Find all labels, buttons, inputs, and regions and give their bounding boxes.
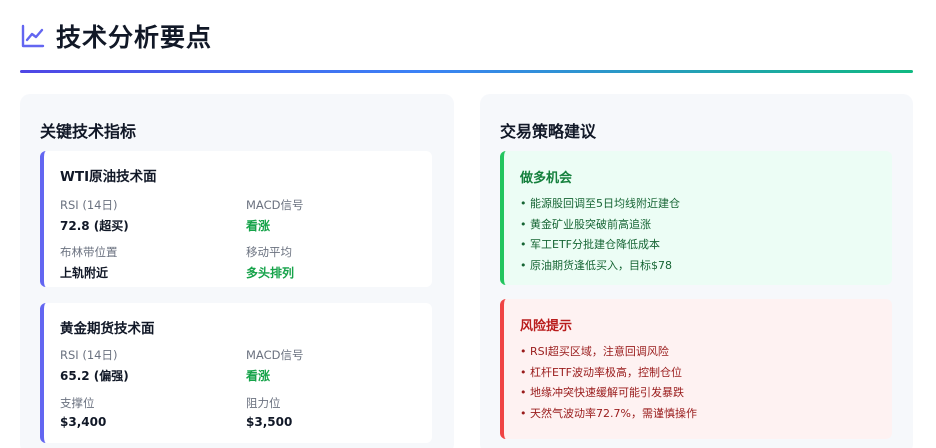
line-chart-icon [20, 23, 46, 49]
risks-title: 风险提示 [520, 319, 573, 334]
metric-label: MACD信号 [246, 198, 304, 212]
list-item: • 能源股回调至5日均线附近建仓 [520, 194, 680, 215]
page-title: 技术分析要点 [56, 23, 213, 52]
metric-label: MACD信号 [246, 348, 304, 362]
metric-label: RSI (14日) [60, 348, 118, 362]
metric-label: 移动平均 [246, 245, 292, 259]
metric-macd: MACD信号 看涨 [246, 347, 426, 384]
risk-warning-box: 风险提示 • RSI超买区域，注意回调风险 • 杠杆ETF波动率极高，控制仓位 • 地… [500, 299, 892, 439]
bullet-icon: • [520, 345, 527, 358]
indicators-panel: 关键技术指标 WTI原油技术面 RSI (14日) 72.8 (超买) MACD… [20, 94, 454, 448]
opportunities-list: • 能源股回调至5日均线附近建仓 • 黄金矿业股突破前高追涨 • 军工ETF分批建仓降… [520, 194, 680, 276]
metric-value: 72.8 (超买) [60, 219, 129, 233]
title-row: 技术分析要点 [20, 14, 913, 58]
list-item: • 黄金矿业股突破前高追涨 [520, 215, 680, 236]
list-item-text: 天然气波动率72.7%，需谨慎操作 [530, 406, 697, 420]
list-item: • RSI超买区域，注意回调风险 [520, 342, 697, 363]
list-item: • 地缘冲突快速缓解可能引发暴跌 [520, 383, 697, 404]
list-item: • 军工ETF分批建仓降低成本 [520, 235, 680, 256]
wti-technical-card: WTI原油技术面 RSI (14日) 72.8 (超买) MACD信号 看涨 布… [40, 151, 432, 287]
metric-label: 支撑位 [60, 396, 95, 410]
card-title: 黄金期货技术面 [60, 321, 155, 337]
strategy-panel: 交易策略建议 做多机会 • 能源股回调至5日均线附近建仓 • 黄金矿业股突破前高追涨… [480, 94, 913, 448]
list-item-text: 黄金矿业股突破前高追涨 [530, 217, 651, 231]
list-item-text: RSI超买区域，注意回调风险 [530, 345, 669, 358]
bullet-icon: • [520, 258, 527, 272]
indicators-heading: 关键技术指标 [40, 122, 137, 141]
list-item-text: 能源股回调至5日均线附近建仓 [530, 197, 680, 210]
metric-label: 阻力位 [246, 396, 281, 410]
risks-list: • RSI超买区域，注意回调风险 • 杠杆ETF波动率极高，控制仓位 • 地缘冲突快速… [520, 342, 697, 424]
metric-rsi: RSI (14日) 65.2 (偏强) [60, 347, 240, 384]
card-title: WTI原油技术面 [60, 169, 157, 185]
metric-value: $3,500 [246, 415, 293, 429]
metric-value: 65.2 (偏强) [60, 369, 129, 383]
metric-value: 看涨 [246, 369, 271, 383]
metric-resistance: 阻力位 $3,500 [246, 395, 426, 429]
list-item: • 杠杆ETF波动率极高，控制仓位 [520, 363, 697, 384]
page-header: 技术分析要点 [20, 14, 913, 73]
opportunities-title: 做多机会 [520, 171, 573, 186]
long-opportunities-box: 做多机会 • 能源股回调至5日均线附近建仓 • 黄金矿业股突破前高追涨 • 军工ETF… [500, 151, 892, 285]
strategy-heading: 交易策略建议 [500, 122, 597, 141]
bullet-icon: • [520, 386, 527, 399]
gold-technical-card: 黄金期货技术面 RSI (14日) 65.2 (偏强) MACD信号 看涨 支撑… [40, 303, 432, 443]
list-item-text: 杠杆ETF波动率极高，控制仓位 [530, 365, 682, 379]
list-item-text: 地缘冲突快速缓解可能引发暴跌 [530, 386, 684, 399]
metric-moving-average: 移动平均 多头排列 [246, 244, 426, 281]
metric-value: $3,400 [60, 415, 107, 429]
bullet-icon: • [520, 365, 527, 379]
metric-label: RSI (14日) [60, 198, 118, 212]
metric-value: 多头排列 [246, 266, 295, 280]
bullet-icon: • [520, 217, 527, 231]
metric-rsi: RSI (14日) 72.8 (超买) [60, 197, 240, 234]
metric-support: 支撑位 $3,400 [60, 395, 240, 429]
metric-macd: MACD信号 看涨 [246, 197, 426, 234]
list-item-text: 原油期货逢低买入，目标$78 [530, 258, 672, 272]
list-item-text: 军工ETF分批建仓降低成本 [530, 238, 660, 251]
bullet-icon: • [520, 197, 527, 210]
header-divider [20, 70, 913, 73]
bullet-icon: • [520, 238, 527, 251]
list-item: • 天然气波动率72.7%，需谨慎操作 [520, 404, 697, 425]
metric-value: 看涨 [246, 219, 271, 233]
metric-label: 布林带位置 [60, 245, 118, 259]
metric-bollinger: 布林带位置 上轨附近 [60, 244, 240, 281]
list-item: • 原油期货逢低买入，目标$78 [520, 256, 680, 277]
metric-value: 上轨附近 [60, 266, 109, 280]
bullet-icon: • [520, 406, 527, 420]
